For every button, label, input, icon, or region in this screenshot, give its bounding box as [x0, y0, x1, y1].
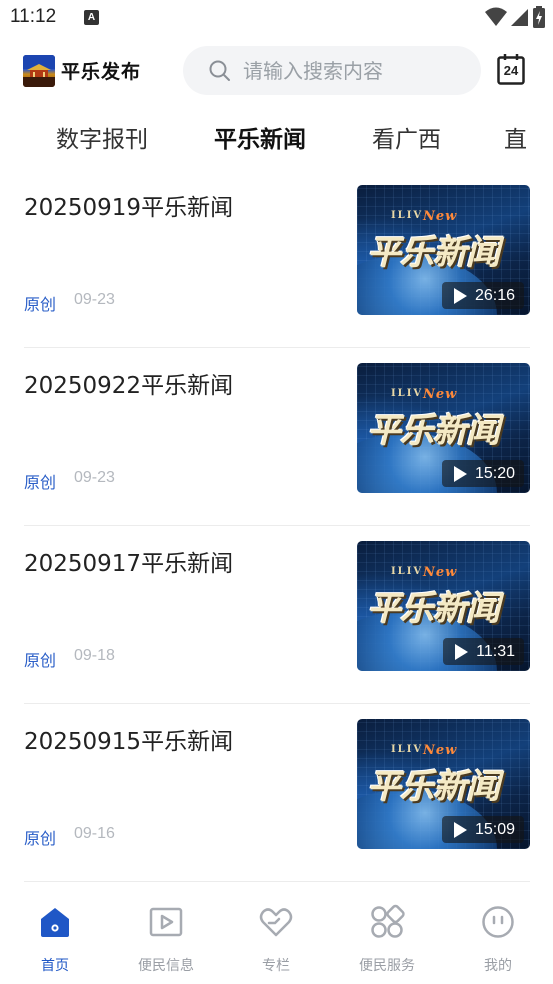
duration-text: 15:09 [474, 821, 515, 838]
news-title: 20250919平乐新闻 [24, 195, 234, 221]
play-icon [453, 465, 467, 482]
search-bar[interactable] [183, 46, 481, 95]
search-icon [209, 60, 230, 81]
thumbnail-logo-news: New [423, 743, 458, 758]
news-item[interactable]: 20250919平乐新闻 原创 09-23 ILIV New 平乐新闻 26:1… [24, 170, 530, 348]
video-icon [149, 907, 183, 937]
tab-digital-paper[interactable]: 数字报刊 [56, 120, 148, 154]
thumbnail-logo-en: ILIV [391, 566, 424, 577]
grid-icon [371, 904, 405, 938]
news-item[interactable]: 20250917平乐新闻 原创 09-18 ILIV New 平乐新闻 11:3… [24, 526, 530, 704]
app-name: 平乐发布 [61, 61, 142, 83]
notification-a-icon: A [84, 10, 99, 25]
news-tag: 原创 [24, 473, 57, 492]
bottom-nav: 首页 便民信息 专栏 便民服务 我的 [0, 890, 553, 984]
home-icon [41, 908, 69, 937]
logo-pavilion-icon [23, 55, 55, 87]
status-icons [485, 6, 545, 28]
play-icon [453, 821, 467, 838]
tab-live[interactable]: 直 [504, 120, 527, 154]
video-duration: 15:09 [441, 816, 524, 843]
tab-guangxi[interactable]: 看广西 [372, 120, 441, 154]
thumbnail-logo-en: ILIV [391, 388, 424, 399]
status-bar: 11:12 A [0, 0, 553, 36]
calendar-button[interactable]: 24 [497, 53, 525, 85]
nav-label: 专栏 [262, 958, 290, 974]
status-time: 11:12 [10, 6, 57, 27]
thumbnail-logo-news: New [423, 209, 458, 224]
wifi-icon [485, 7, 507, 26]
app-header: 平乐发布 24 [0, 44, 553, 98]
play-icon [453, 287, 467, 304]
video-thumbnail[interactable]: ILIV New 平乐新闻 26:16 [357, 185, 530, 315]
thumbnail-logo-news: New [423, 387, 458, 402]
heart-icon [259, 908, 293, 937]
nav-column[interactable]: 专栏 [221, 904, 331, 975]
duration-text: 26:16 [474, 287, 515, 304]
news-date: 09-18 [74, 647, 115, 664]
news-tag: 原创 [24, 295, 57, 314]
nav-label: 便民信息 [138, 958, 194, 974]
thumbnail-logo-news: New [423, 565, 458, 580]
signal-icon [511, 9, 528, 26]
thumbnail-title: 平乐新闻 [367, 233, 500, 273]
duration-text: 15:20 [474, 465, 515, 482]
news-tag: 原创 [24, 651, 57, 670]
category-tabs: 数字报刊 平乐新闻 看广西 直 [0, 114, 553, 160]
news-item[interactable]: 20250922平乐新闻 原创 09-23 ILIV New 平乐新闻 15:2… [24, 348, 530, 526]
battery-icon [533, 6, 545, 28]
thumbnail-title: 平乐新闻 [367, 767, 500, 807]
thumbnail-logo-en: ILIV [391, 744, 424, 755]
search-input[interactable] [243, 46, 463, 95]
video-thumbnail[interactable]: ILIV New 平乐新闻 15:20 [357, 363, 530, 493]
news-item[interactable]: 20250915平乐新闻 原创 09-16 ILIV New 平乐新闻 15:0… [24, 704, 530, 882]
nav-services[interactable]: 便民服务 [332, 904, 442, 975]
nav-label: 便民服务 [359, 958, 415, 974]
nav-mine[interactable]: 我的 [443, 904, 553, 975]
duration-text: 11:31 [476, 643, 515, 660]
video-duration: 26:16 [441, 282, 524, 309]
news-title: 20250915平乐新闻 [24, 729, 234, 755]
play-icon [455, 643, 469, 660]
thumbnail-logo-en: ILIV [391, 210, 424, 221]
news-title: 20250922平乐新闻 [24, 373, 234, 399]
nav-label: 我的 [484, 958, 512, 974]
video-duration: 11:31 [443, 638, 524, 665]
nav-info[interactable]: 便民信息 [111, 904, 221, 975]
thumbnail-title: 平乐新闻 [367, 589, 500, 629]
tab-pingle-news[interactable]: 平乐新闻 [214, 120, 306, 154]
video-thumbnail[interactable]: ILIV New 平乐新闻 11:31 [357, 541, 530, 671]
news-tag: 原创 [24, 829, 57, 848]
video-thumbnail[interactable]: ILIV New 平乐新闻 15:09 [357, 719, 530, 849]
news-date: 09-16 [74, 825, 115, 842]
thumbnail-title: 平乐新闻 [367, 411, 500, 451]
video-duration: 15:20 [441, 460, 524, 487]
profile-icon [482, 906, 514, 938]
calendar-day: 24 [503, 63, 519, 78]
news-date: 09-23 [74, 469, 115, 486]
nav-home[interactable]: 首页 [0, 904, 110, 975]
news-date: 09-23 [74, 291, 115, 308]
news-title: 20250917平乐新闻 [24, 551, 234, 577]
app-logo[interactable] [23, 55, 55, 87]
nav-label: 首页 [41, 958, 69, 974]
